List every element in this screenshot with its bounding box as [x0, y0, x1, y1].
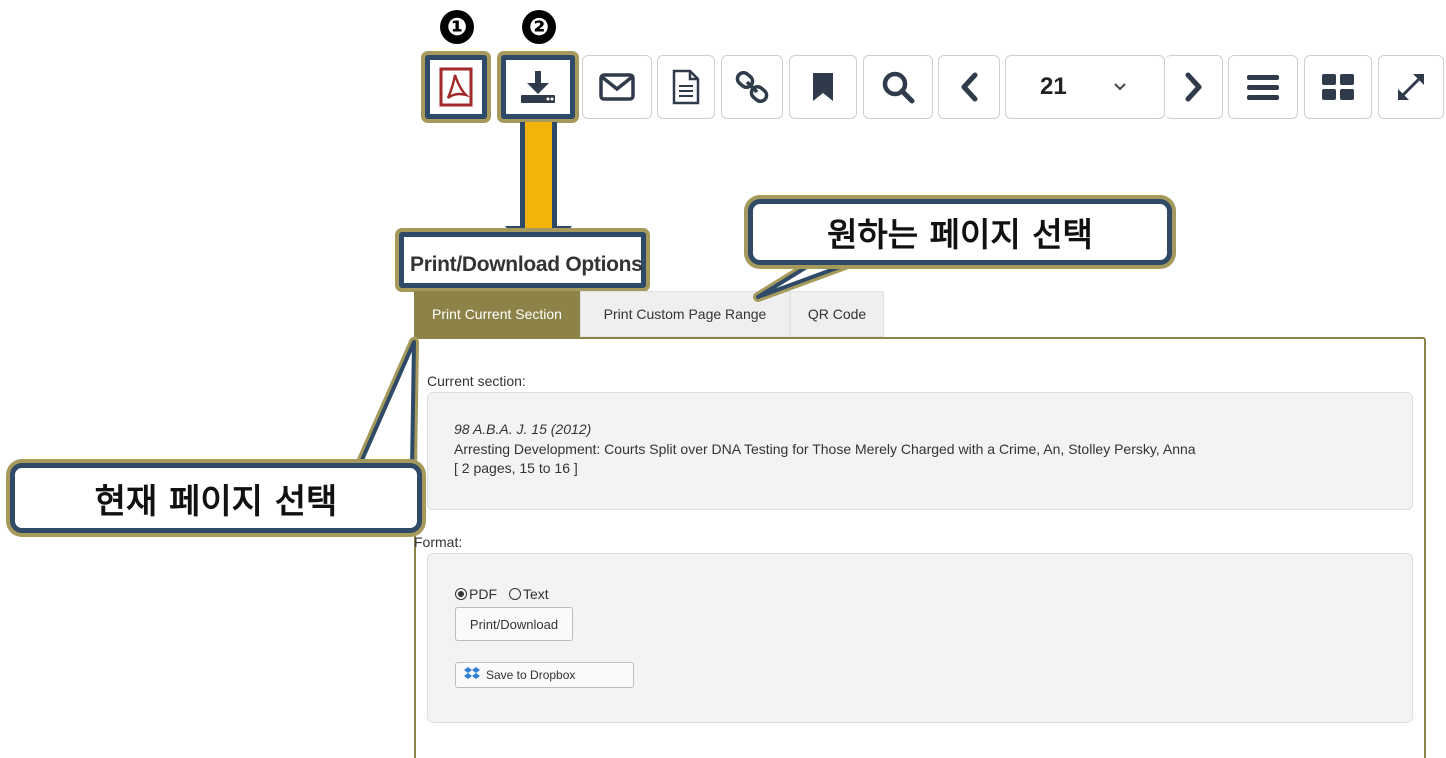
custom-range-callout: 원하는 페이지 선택 — [748, 199, 1172, 265]
tutorial-screenshot: ❶ ❷ 21 Print/Download Options Print Curr… — [0, 0, 1446, 758]
callout-tails — [353, 250, 877, 474]
current-page-callout: 현재 페이지 선택 — [10, 463, 422, 533]
